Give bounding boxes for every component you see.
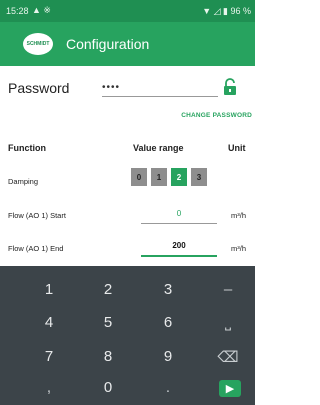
key-9[interactable]: 9	[153, 348, 183, 365]
numeric-keyboard: 1 2 3 – 4 5 6 ⎵ 7 8 9 ⌫ , 0 . ▶	[0, 266, 255, 405]
notification-icons: ▲ ※	[32, 5, 51, 15]
key-6[interactable]: 6	[153, 314, 183, 331]
damping-label: Damping	[8, 177, 39, 186]
key-0[interactable]: 0	[93, 379, 123, 396]
damping-option-0[interactable]: 0	[131, 168, 147, 186]
key-space[interactable]: ⎵	[213, 314, 243, 331]
change-password-button[interactable]: CHANGE PASSWORD	[181, 112, 252, 119]
key-3[interactable]: 3	[153, 281, 183, 298]
system-status-icons: ▼ ◿ ▮ 96 %	[202, 6, 251, 16]
status-bar: 15:28 ▲ ※ ▼ ◿ ▮ 96 %	[0, 0, 255, 22]
header-function: Function	[8, 143, 46, 153]
flow-start-unit: m³/h	[231, 211, 246, 220]
key-1[interactable]: 1	[34, 281, 64, 298]
key-5[interactable]: 5	[93, 314, 123, 331]
unlock-icon[interactable]	[223, 78, 237, 101]
key-4[interactable]: 4	[34, 314, 64, 331]
key-period[interactable]: .	[153, 379, 183, 396]
status-time: 15:28	[6, 6, 29, 16]
flow-end-label: Flow (AO 1) End	[8, 244, 64, 253]
key-minus[interactable]: –	[213, 281, 243, 298]
key-7[interactable]: 7	[34, 348, 64, 365]
key-2[interactable]: 2	[93, 281, 123, 298]
app-bar: SCHMIDT Configuration	[0, 22, 255, 66]
flow-start-label: Flow (AO 1) Start	[8, 211, 66, 220]
header-value-range: Value range	[133, 143, 184, 153]
key-comma[interactable]: ,	[34, 379, 64, 396]
password-label: Password	[8, 80, 70, 96]
schmidt-logo: SCHMIDT	[23, 33, 53, 55]
flow-end-input[interactable]: 200	[141, 241, 217, 257]
flow-end-unit: m³/h	[231, 244, 246, 253]
damping-option-2[interactable]: 2	[171, 168, 187, 186]
key-8[interactable]: 8	[93, 348, 123, 365]
page-title: Configuration	[66, 36, 150, 52]
backspace-key[interactable]: ⌫	[213, 348, 243, 366]
header-unit: Unit	[228, 143, 246, 153]
damping-option-1[interactable]: 1	[151, 168, 167, 186]
enter-key[interactable]: ▶	[219, 380, 241, 397]
flow-start-input[interactable]: 0	[141, 209, 217, 224]
send-arrow-icon: ▶	[225, 383, 235, 395]
password-field[interactable]: ••••	[102, 82, 218, 97]
damping-option-3[interactable]: 3	[191, 168, 207, 186]
